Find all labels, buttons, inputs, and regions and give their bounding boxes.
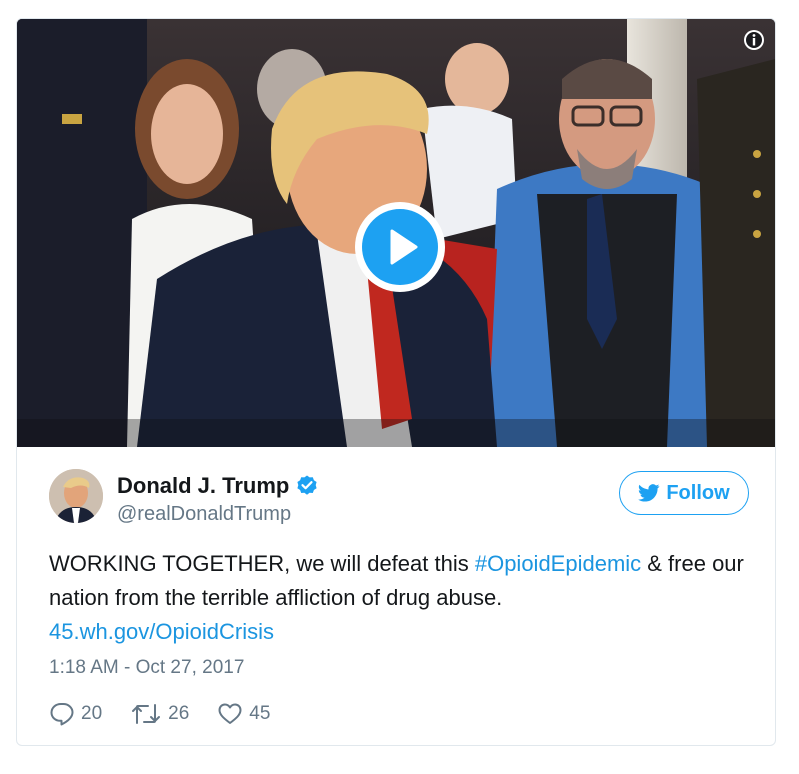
retweet-count: 26 (168, 703, 190, 724)
like-count: 45 (249, 703, 271, 724)
retweet-icon (132, 704, 161, 724)
follow-button[interactable]: Follow (619, 471, 749, 515)
reply-button[interactable]: 20 (49, 701, 102, 727)
tweet-timestamp[interactable]: 1:18 AM - Oct 27, 2017 (49, 657, 244, 679)
name-row: Donald J. Trump (117, 473, 319, 499)
tweet-card: Donald J. Trump @realDonaldTrump Follow … (16, 18, 776, 746)
twitter-bird-icon (638, 484, 660, 502)
tweet-actions: 20 26 45 (49, 699, 298, 729)
tweet-author-header: Donald J. Trump @realDonaldTrump Follow (49, 469, 749, 529)
video-player[interactable] (17, 19, 775, 447)
retweet-button[interactable]: 26 (130, 701, 189, 727)
reply-icon (50, 703, 74, 726)
verified-badge-icon (297, 475, 317, 495)
avatar-image (49, 469, 103, 523)
hashtag-link[interactable]: #OpioidEpidemic (475, 551, 641, 576)
play-icon (390, 229, 418, 265)
avatar[interactable] (49, 469, 103, 523)
follow-label: Follow (666, 481, 730, 504)
info-icon[interactable] (743, 29, 765, 51)
tweet-text-part1: WORKING TOGETHER, we will defeat this (49, 551, 475, 576)
play-button-inner (362, 209, 438, 285)
display-name[interactable]: Donald J. Trump (117, 473, 289, 499)
reply-count: 20 (81, 703, 103, 724)
tweet-text: WORKING TOGETHER, we will defeat this #O… (49, 547, 749, 649)
heart-icon (218, 703, 242, 724)
url-link[interactable]: 45.wh.gov/OpioidCrisis (49, 619, 274, 644)
user-handle[interactable]: @realDonaldTrump (117, 503, 291, 526)
like-button[interactable]: 45 (217, 701, 270, 727)
play-button[interactable] (355, 202, 445, 292)
